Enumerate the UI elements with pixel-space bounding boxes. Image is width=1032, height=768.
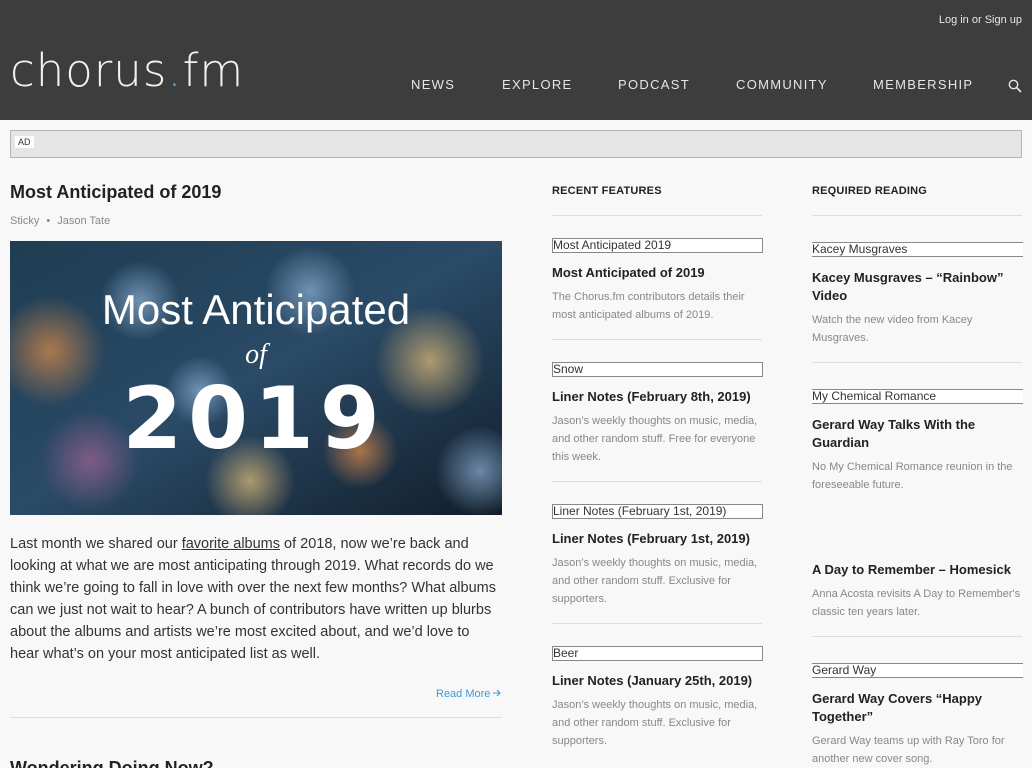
meta-separator: • — [46, 215, 51, 227]
feature-thumbnail[interactable]: Snow — [552, 362, 763, 377]
feature-title[interactable]: Most Anticipated of 2019 — [552, 264, 762, 282]
nav-podcast[interactable]: PODCAST — [618, 77, 690, 92]
nav-news[interactable]: NEWS — [411, 77, 455, 92]
main-nav: NEWS EXPLORE PODCAST COMMUNITY MEMBERSHI… — [0, 77, 1032, 95]
section-divider — [552, 215, 762, 216]
ad-tag: AD — [15, 136, 34, 148]
reading-thumbnail[interactable]: Gerard Way — [812, 663, 1023, 678]
reading-desc: Watch the new video from Kacey Musgraves… — [812, 314, 973, 344]
nav-explore[interactable]: EXPLORE — [502, 77, 573, 92]
hero-text-line2: of — [245, 339, 270, 370]
post-sticky-tag[interactable]: Sticky — [10, 215, 39, 227]
reading-title[interactable]: Gerard Way Talks With the Guardian — [812, 416, 1022, 452]
reading-thumbnail[interactable]: My Chemical Romance — [812, 389, 1023, 404]
feature-desc: Jason’s weekly thoughts on music, media,… — [552, 557, 758, 605]
feature-thumbnail[interactable]: Liner Notes (February 1st, 2019) — [552, 504, 763, 519]
feature-desc: Jason’s weekly thoughts on music, media,… — [552, 699, 758, 747]
post-title[interactable]: Most Anticipated of 2019 — [10, 182, 221, 203]
reading-desc: No My Chemical Romance reunion in the fo… — [812, 461, 1013, 491]
post-author[interactable]: Jason Tate — [57, 215, 110, 227]
nav-membership[interactable]: MEMBERSHIP — [873, 77, 973, 92]
item-divider — [552, 339, 762, 340]
reading-title[interactable]: A Day to Remember – Homesick — [812, 561, 1022, 579]
post-excerpt-rest: of 2018, now we’re back and looking at w… — [10, 536, 496, 662]
next-post-title[interactable]: Wondering Doing Now? — [10, 758, 214, 768]
section-divider — [812, 215, 1022, 216]
login-signup-link[interactable]: Log in or Sign up — [939, 14, 1022, 26]
reading-desc: Gerard Way teams up with Ray Toro for an… — [812, 735, 1005, 765]
favorite-albums-link[interactable]: favorite albums — [182, 536, 280, 552]
feature-title[interactable]: Liner Notes (January 25th, 2019) — [552, 672, 762, 690]
site-header: Log in or Sign up chorus.fm NEWS EXPLORE… — [0, 0, 1032, 120]
reading-thumbnail[interactable]: Kacey Musgraves — [812, 242, 1023, 257]
item-divider — [812, 636, 1022, 637]
feature-desc: The Chorus.fm contributors details their… — [552, 291, 745, 321]
search-icon[interactable] — [1008, 79, 1022, 93]
post-divider — [10, 717, 502, 718]
arrow-right-icon — [493, 689, 502, 697]
hero-text-line1: Most Anticipated — [102, 286, 410, 333]
item-divider — [552, 623, 762, 624]
post-excerpt: Last month we shared our favorite albums… — [10, 533, 502, 665]
reading-title[interactable]: Kacey Musgraves – “Rainbow” Video — [812, 269, 1022, 305]
post-meta: Sticky • Jason Tate — [10, 215, 110, 227]
feature-thumbnail[interactable]: Beer — [552, 646, 763, 661]
read-more-link[interactable]: Read More — [436, 688, 502, 700]
reading-title[interactable]: Gerard Way Covers “Happy Together” — [812, 690, 1022, 726]
read-more-label: Read More — [436, 688, 491, 700]
ad-banner[interactable]: AD — [10, 130, 1022, 158]
feature-title[interactable]: Liner Notes (February 8th, 2019) — [552, 388, 762, 406]
feature-thumbnail[interactable]: Most Anticipated 2019 — [552, 238, 763, 253]
reading-desc: Anna Acosta revisits A Day to Remember's… — [812, 588, 1021, 618]
nav-community[interactable]: COMMUNITY — [736, 77, 828, 92]
item-divider — [812, 362, 1022, 363]
item-divider — [552, 481, 762, 482]
recent-features-heading: RECENT FEATURES — [552, 185, 662, 197]
required-reading-heading: REQUIRED READING — [812, 185, 928, 197]
feature-desc: Jason’s weekly thoughts on music, media,… — [552, 415, 758, 463]
post-hero-image[interactable]: Most Anticipated of 2019 — [10, 241, 502, 515]
hero-text-line3: 2019 — [122, 369, 385, 469]
post-excerpt-start: Last month we shared our — [10, 536, 182, 552]
feature-title[interactable]: Liner Notes (February 1st, 2019) — [552, 530, 762, 548]
